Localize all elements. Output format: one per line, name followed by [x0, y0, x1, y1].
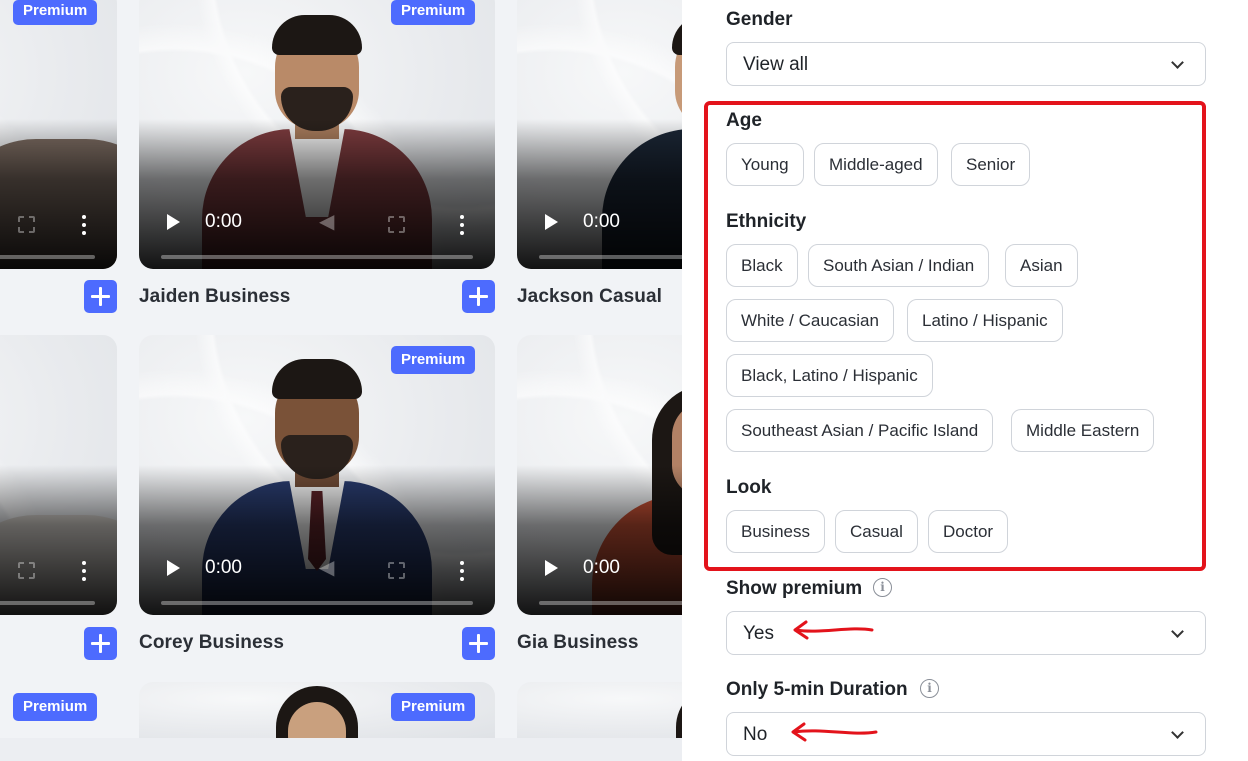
- ethnicity-chip-southeast-asian[interactable]: Southeast Asian / Pacific Island: [726, 409, 994, 452]
- play-icon[interactable]: [167, 560, 180, 576]
- progress-track[interactable]: [539, 601, 682, 605]
- add-avatar-button[interactable]: [462, 280, 495, 313]
- video-controls: 0:00: [517, 535, 682, 615]
- more-vertical-icon[interactable]: [459, 561, 465, 581]
- ethnicity-chip-middle-eastern[interactable]: Middle Eastern: [1011, 409, 1155, 452]
- volume-icon[interactable]: ◀: [319, 557, 341, 579]
- premium-badge: Premium: [13, 0, 98, 25]
- duration-value: No: [743, 724, 768, 745]
- video-controls: 0:00 ◀: [139, 535, 495, 615]
- play-icon[interactable]: [545, 214, 558, 230]
- avatar-card[interactable]: [517, 682, 682, 738]
- ethnicity-chip-white[interactable]: White / Caucasian: [726, 299, 894, 342]
- play-icon[interactable]: [545, 560, 558, 576]
- chevron-down-icon: [1171, 56, 1184, 69]
- show-premium-select[interactable]: Yes: [726, 611, 1206, 655]
- gender-title: Gender: [726, 9, 793, 30]
- avatar-name: Corey Business: [139, 632, 285, 653]
- fullscreen-icon[interactable]: [388, 216, 405, 233]
- avatar-name: Jackson Casual: [517, 286, 663, 307]
- age-chip-senior[interactable]: Senior: [951, 143, 1031, 186]
- avatar-card[interactable]: [0, 0, 117, 269]
- look-title: Look: [726, 477, 772, 498]
- gender-select-value: View all: [743, 54, 809, 75]
- play-icon[interactable]: [167, 214, 180, 230]
- age-title: Age: [726, 110, 762, 131]
- info-icon[interactable]: i: [920, 679, 939, 698]
- ethnicity-chip-black-latino[interactable]: Black, Latino / Hispanic: [726, 354, 933, 397]
- progress-track[interactable]: [0, 601, 95, 605]
- avatar-card[interactable]: 0:00: [517, 335, 682, 615]
- fullscreen-icon[interactable]: [18, 216, 35, 233]
- ethnicity-chip-south-asian[interactable]: South Asian / Indian: [808, 244, 990, 287]
- show-premium-title: Show premium: [726, 578, 863, 599]
- add-avatar-button[interactable]: [462, 627, 495, 660]
- look-chip-casual[interactable]: Casual: [835, 510, 918, 553]
- avatar-figure: [597, 686, 682, 738]
- ethnicity-chip-black[interactable]: Black: [726, 244, 798, 287]
- duration-title: Only 5-min Duration: [726, 679, 908, 700]
- video-controls: 0:00 ◀: [139, 189, 495, 269]
- progress-track[interactable]: [161, 255, 473, 259]
- gender-select[interactable]: View all: [726, 42, 1206, 86]
- info-icon[interactable]: i: [873, 578, 892, 597]
- ethnicity-title: Ethnicity: [726, 211, 807, 232]
- avatar-gallery: Premium 0:00 ◀ Premium Jaiden Business 0…: [0, 0, 682, 761]
- premium-badge: Premium: [391, 346, 476, 374]
- video-controls: [0, 535, 117, 615]
- premium-badge: Premium: [391, 0, 476, 25]
- show-premium-value: Yes: [743, 623, 774, 644]
- ethnicity-chip-asian[interactable]: Asian: [1005, 244, 1078, 287]
- ethnicity-chip-latino[interactable]: Latino / Hispanic: [907, 299, 1063, 342]
- avatar-name: Jaiden Business: [139, 286, 291, 307]
- video-time: 0:00: [583, 211, 620, 232]
- avatar-name: Gia Business: [517, 632, 639, 653]
- duration-select[interactable]: No: [726, 712, 1206, 756]
- progress-track[interactable]: [539, 255, 682, 259]
- fullscreen-icon[interactable]: [388, 562, 405, 579]
- volume-icon[interactable]: ◀: [319, 211, 341, 233]
- progress-track[interactable]: [161, 601, 473, 605]
- more-vertical-icon[interactable]: [81, 561, 87, 581]
- look-chip-doctor[interactable]: Doctor: [928, 510, 1009, 553]
- chevron-down-icon: [1171, 625, 1184, 638]
- premium-badge: Premium: [391, 693, 476, 721]
- add-avatar-button[interactable]: [84, 627, 117, 660]
- avatar-card[interactable]: [0, 335, 117, 615]
- gallery-scroll-edge: [0, 738, 682, 761]
- chevron-down-icon: [1171, 726, 1184, 739]
- video-controls: 0:00: [517, 189, 682, 269]
- filter-panel: Gender View all Age Young Middle-aged Se…: [682, 0, 1248, 761]
- video-controls: [0, 189, 117, 269]
- avatar-card[interactable]: 0:00: [517, 0, 682, 269]
- more-vertical-icon[interactable]: [459, 215, 465, 235]
- premium-badge: Premium: [13, 693, 98, 721]
- avatar-card[interactable]: 0:00 ◀: [139, 0, 495, 269]
- video-time: 0:00: [583, 557, 620, 578]
- age-chip-young[interactable]: Young: [726, 143, 804, 186]
- fullscreen-icon[interactable]: [18, 562, 35, 579]
- video-time: 0:00: [205, 557, 242, 578]
- age-chip-middle-aged[interactable]: Middle-aged: [814, 143, 938, 186]
- progress-track[interactable]: [0, 255, 95, 259]
- avatar-card[interactable]: 0:00 ◀: [139, 335, 495, 615]
- add-avatar-button[interactable]: [84, 280, 117, 313]
- look-chip-business[interactable]: Business: [726, 510, 825, 553]
- video-time: 0:00: [205, 211, 242, 232]
- more-vertical-icon[interactable]: [81, 215, 87, 235]
